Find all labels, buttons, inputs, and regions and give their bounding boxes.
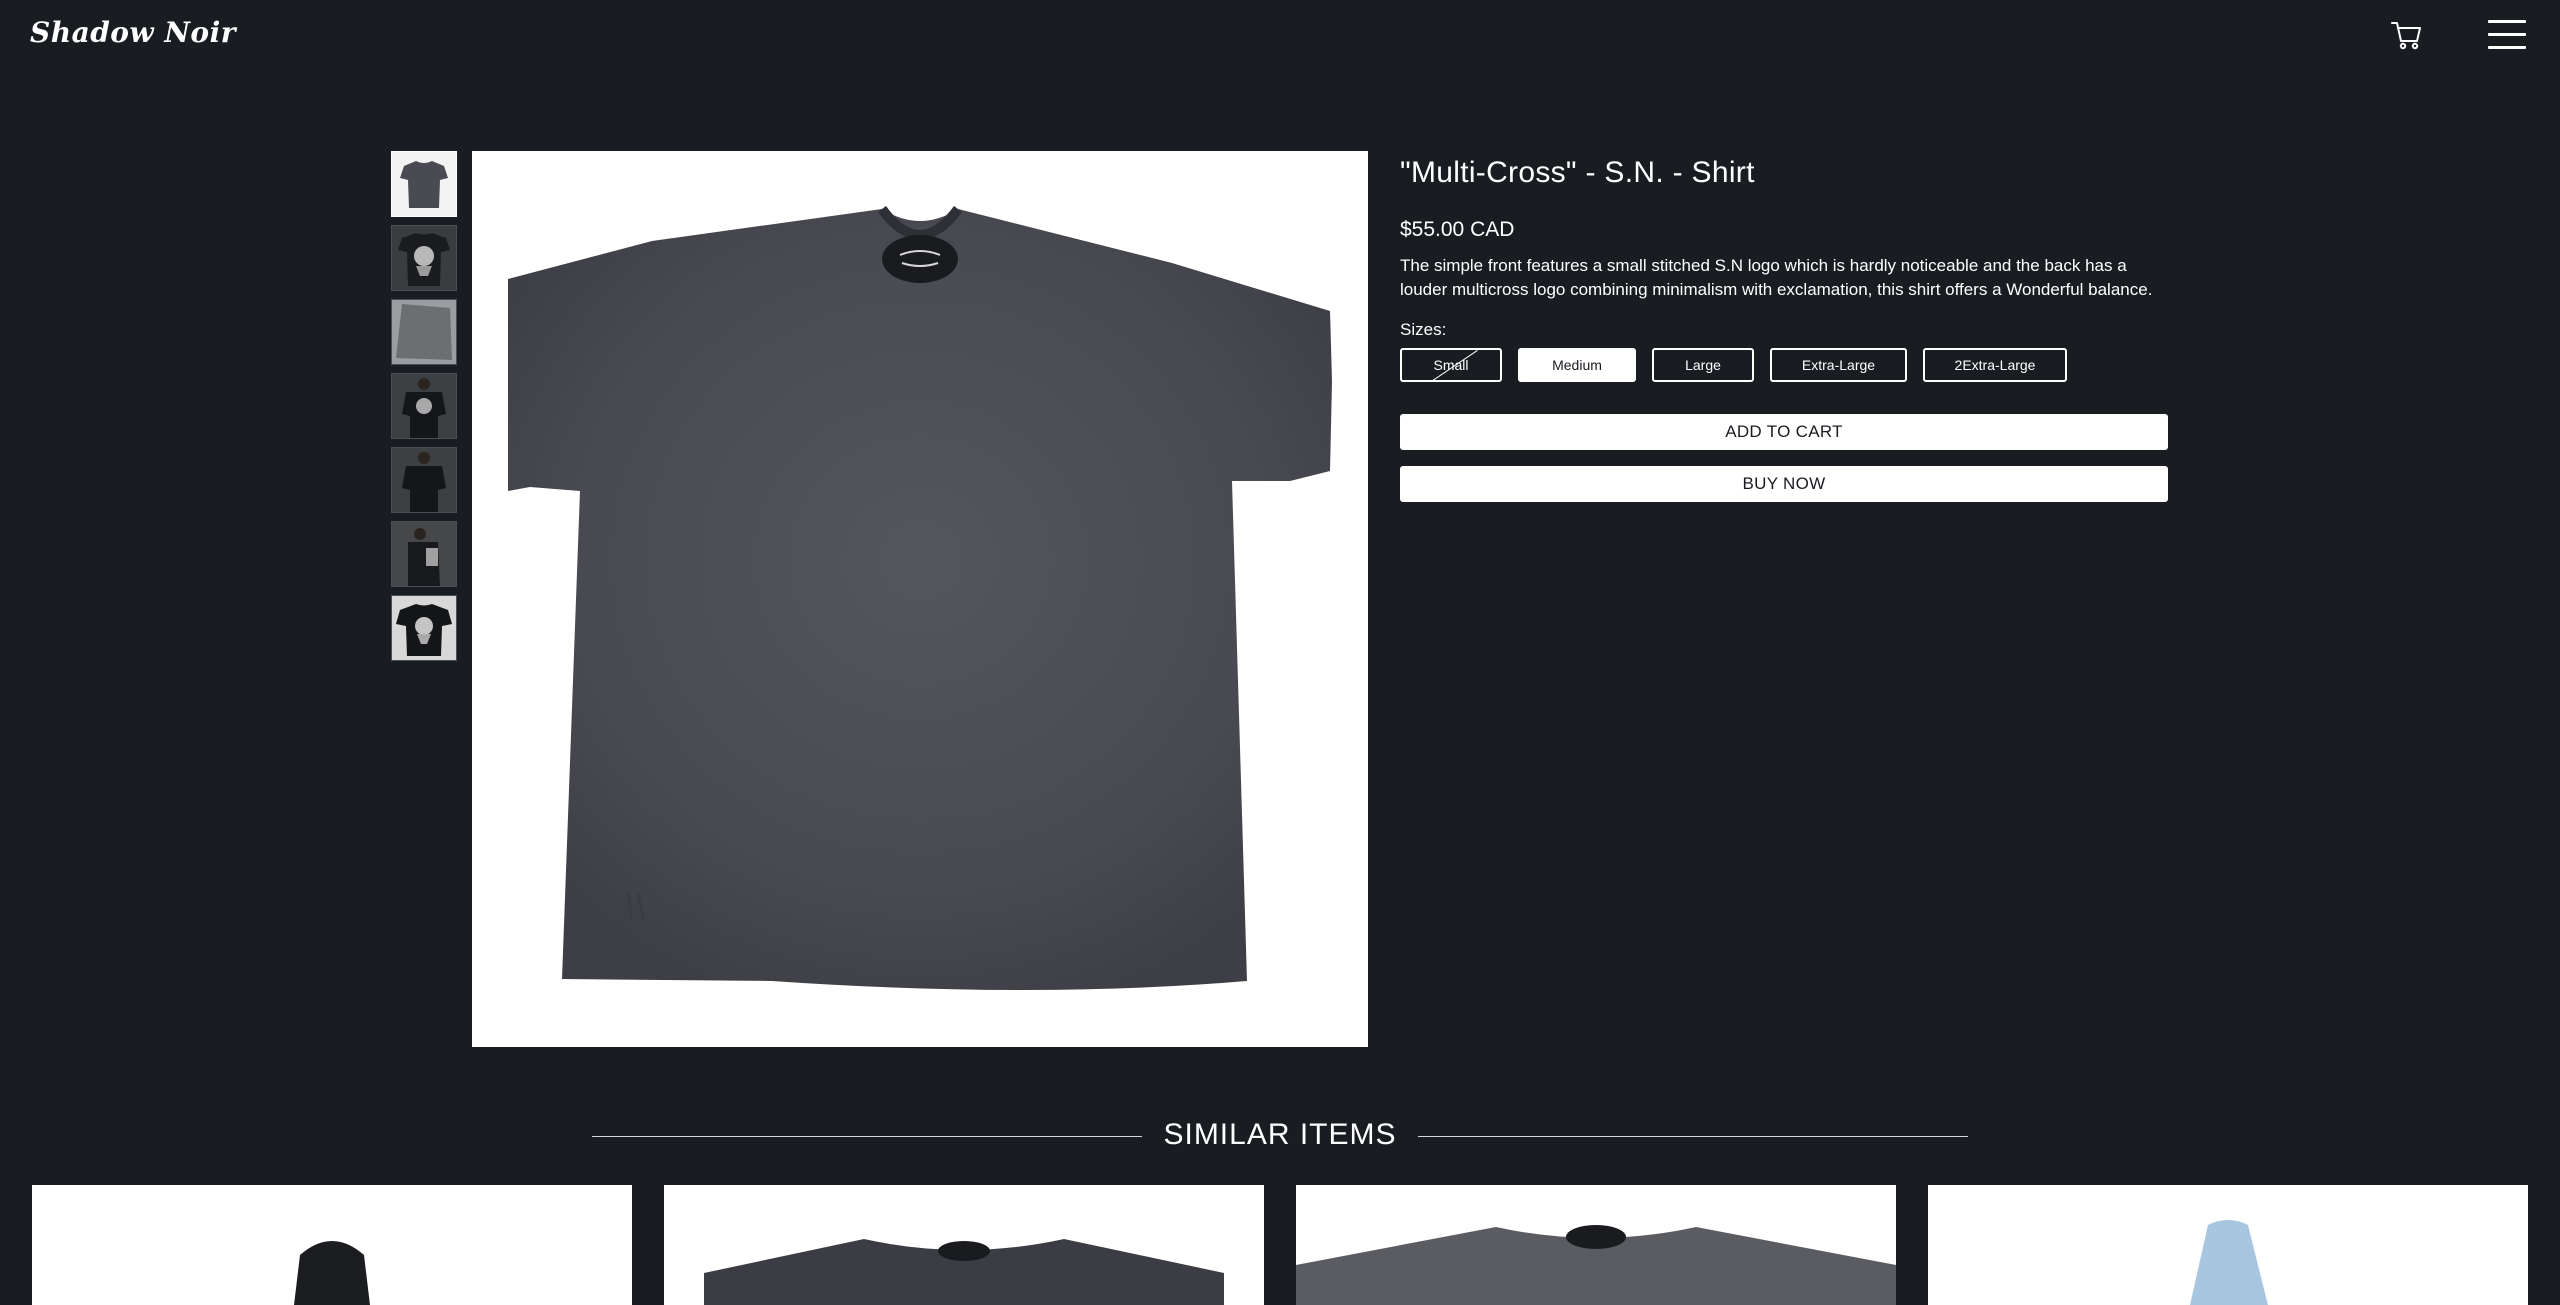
menu-bar <box>2488 20 2526 23</box>
divider <box>1418 1136 1968 1137</box>
sizes-label: Sizes: <box>1400 320 1447 339</box>
size-option-small[interactable]: Small <box>1400 348 1502 382</box>
menu-bar <box>2488 33 2526 36</box>
similar-items-title: SIMILAR ITEMS <box>1163 1118 1397 1151</box>
thumbnail-shirt-front[interactable] <box>391 151 457 217</box>
cart-icon[interactable] <box>2390 18 2424 52</box>
thumbnail-model-side[interactable] <box>391 521 457 587</box>
add-to-cart-button[interactable]: ADD TO CART <box>1400 414 2168 450</box>
similar-item-card-acid-shirt[interactable] <box>1296 1185 1896 1305</box>
menu-bar <box>2488 46 2526 49</box>
product-description: The simple front features a small stitch… <box>1400 256 2153 299</box>
similar-item-card-shirt[interactable] <box>664 1185 1264 1305</box>
hamburger-menu-icon[interactable] <box>2488 20 2526 52</box>
thumbnail-gallery <box>391 151 457 669</box>
product-main-image[interactable] <box>472 151 1368 1047</box>
size-option-medium[interactable]: Medium <box>1518 348 1636 382</box>
buy-now-button[interactable]: BUY NOW <box>1400 466 2168 502</box>
similar-item-card-hoodie[interactable] <box>32 1185 632 1305</box>
size-option-large[interactable]: Large <box>1652 348 1754 382</box>
size-option-extra-large[interactable]: Extra-Large <box>1770 348 1907 382</box>
product-info-panel: "Multi-Cross" - S.N. - Shirt $55.00 CAD … <box>1400 156 2168 502</box>
similar-item-card-light-hoodie[interactable] <box>1928 1185 2528 1305</box>
size-options: Small Medium Large Extra-Large 2Extra-La… <box>1400 348 2168 382</box>
thumbnail-fabric-detail[interactable] <box>391 299 457 365</box>
size-option-2extra-large[interactable]: 2Extra-Large <box>1923 348 2067 382</box>
brand-logo[interactable]: Shadow Noir <box>30 16 236 49</box>
product-title: "Multi-Cross" - S.N. - Shirt <box>1400 156 1755 189</box>
similar-items-heading: SIMILAR ITEMS <box>592 1116 1968 1156</box>
thumbnail-shirt-back-flat[interactable] <box>391 595 457 661</box>
thumbnail-model-front[interactable] <box>391 447 457 513</box>
product-price: $55.00 CAD <box>1400 218 1515 241</box>
thumbnail-model-back[interactable] <box>391 373 457 439</box>
thumbnail-shirt-back[interactable] <box>391 225 457 291</box>
